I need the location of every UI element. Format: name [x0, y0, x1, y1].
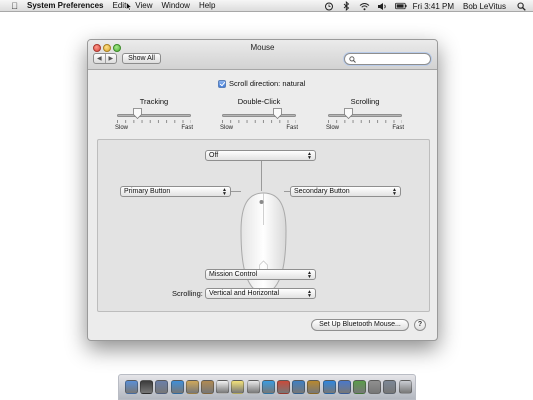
- bluetooth-icon[interactable]: [341, 1, 353, 11]
- back-arrow-icon[interactable]: ◀: [94, 54, 105, 63]
- secondary-button-popup[interactable]: Secondary Button ▲ ▼: [290, 186, 401, 197]
- calendar-icon[interactable]: [216, 380, 230, 394]
- preview-icon[interactable]: [337, 380, 351, 394]
- wifi-icon[interactable]: [359, 1, 371, 11]
- popup-arrows-icon: ▲ ▼: [392, 187, 397, 197]
- trash-icon[interactable]: [398, 380, 412, 394]
- mission-control-icon[interactable]: [155, 380, 169, 394]
- utilities-icon[interactable]: [383, 380, 397, 394]
- photo-booth-icon[interactable]: [277, 380, 290, 394]
- popup-value: Secondary Button: [294, 188, 350, 195]
- slider-max-label: Fast: [181, 125, 193, 131]
- finder-icon[interactable]: [125, 380, 138, 394]
- menu-user[interactable]: Bob LeVitus: [463, 2, 506, 11]
- contacts-icon[interactable]: [201, 380, 214, 394]
- menu-view[interactable]: View: [135, 1, 152, 10]
- slider-ticks: [222, 120, 296, 123]
- window-toolbar: Mouse ◀ ▶ Show All: [88, 40, 437, 70]
- reminders-icon[interactable]: [246, 380, 260, 394]
- popup-value: Primary Button: [124, 188, 171, 195]
- system-preferences-icon[interactable]: [368, 380, 382, 394]
- app-store-icon[interactable]: [322, 380, 336, 394]
- search-icon: [349, 56, 356, 63]
- mouse-preferences-window: Mouse ◀ ▶ Show All Scroll direction: nat…: [87, 39, 438, 341]
- tracking-slider[interactable]: Tracking Slow Fast: [115, 97, 193, 135]
- menu-clock[interactable]: Fri 3:41 PM: [413, 2, 454, 11]
- apple-menu-icon[interactable]: : [10, 1, 19, 11]
- show-all-button[interactable]: Show All: [122, 53, 161, 64]
- dock: [118, 374, 416, 400]
- popup-value: Mission Control: [209, 271, 258, 278]
- slider-track[interactable]: [117, 114, 191, 117]
- popup-arrows-icon: ▲ ▼: [307, 289, 312, 299]
- slider-title: Scrolling: [350, 97, 380, 106]
- scrolling-label: Scrolling:: [172, 289, 203, 298]
- connector-line: [261, 161, 262, 191]
- slider-title: Double-Click: [237, 97, 281, 106]
- primary-button-popup[interactable]: Primary Button ▲ ▼: [120, 186, 231, 197]
- slider-max-label: Fast: [392, 125, 404, 131]
- facetime-icon[interactable]: [353, 380, 366, 394]
- volume-icon[interactable]: [377, 1, 389, 11]
- search-input[interactable]: [358, 55, 426, 63]
- scroll-direction-row[interactable]: Scroll direction: natural: [218, 79, 305, 88]
- menu-app-name[interactable]: System Preferences: [27, 1, 104, 10]
- slider-min-label: Slow: [326, 125, 340, 131]
- battery-icon[interactable]: [394, 1, 407, 11]
- magic-mouse-image: [240, 192, 287, 299]
- slider-ticks: [117, 120, 191, 123]
- garageband-icon[interactable]: [307, 380, 321, 394]
- scrolling-slider[interactable]: Scrolling Slow Fast: [326, 97, 404, 135]
- menu-window[interactable]: Window: [162, 1, 190, 10]
- forward-arrow-icon[interactable]: ▶: [104, 54, 117, 63]
- slider-knob[interactable]: [133, 108, 143, 119]
- popup-arrows-icon: ▲ ▼: [307, 151, 312, 161]
- scroll-direction-label: Scroll direction: natural: [229, 79, 306, 88]
- slider-knob[interactable]: [344, 108, 354, 119]
- slider-min-label: Slow: [115, 125, 129, 131]
- popup-value: Off: [209, 152, 219, 159]
- search-field[interactable]: [344, 53, 431, 65]
- menu-bar:  System Preferences Edit View Window He…: [0, 0, 533, 12]
- double-click-slider[interactable]: Double-Click Slow Fast: [220, 97, 298, 135]
- spotlight-icon[interactable]: [515, 1, 527, 11]
- notes-icon[interactable]: [231, 380, 245, 394]
- popup-arrows-icon: ▲ ▼: [307, 270, 312, 280]
- iphoto-icon[interactable]: [292, 380, 306, 394]
- slider-knob[interactable]: [273, 108, 282, 119]
- popup-arrows-icon: ▲ ▼: [222, 187, 227, 197]
- itunes-icon[interactable]: [261, 380, 275, 394]
- slider-ticks: [328, 120, 402, 123]
- scrolling-mode-popup[interactable]: Vertical and Horizontal ▲ ▼: [205, 288, 316, 299]
- scroll-direction-checkbox[interactable]: [218, 79, 226, 88]
- popup-value: Vertical and Horizontal: [209, 290, 280, 297]
- setup-bluetooth-mouse-button[interactable]: Set Up Bluetooth Mouse...: [311, 319, 409, 331]
- time-machine-icon[interactable]: [323, 1, 335, 11]
- slider-track[interactable]: [222, 114, 296, 117]
- window-title: Mouse: [250, 43, 275, 52]
- mail-icon[interactable]: [185, 380, 199, 394]
- safari-icon[interactable]: [170, 380, 184, 394]
- mouse-pointer-icon: [126, 2, 132, 11]
- menu-edit[interactable]: Edit: [113, 1, 127, 10]
- dashboard-icon[interactable]: [140, 380, 154, 394]
- help-button[interactable]: ?: [414, 319, 426, 331]
- top-action-popup[interactable]: Off ▲ ▼: [205, 150, 316, 161]
- menu-help[interactable]: Help: [199, 1, 215, 10]
- bottom-action-popup[interactable]: Mission Control ▲ ▼: [205, 269, 316, 280]
- slider-min-label: Slow: [220, 125, 234, 131]
- slider-title: Tracking: [139, 97, 169, 106]
- slider-track[interactable]: [328, 114, 402, 117]
- slider-max-label: Fast: [286, 125, 298, 131]
- back-forward-control: ◀ ▶: [93, 53, 117, 64]
